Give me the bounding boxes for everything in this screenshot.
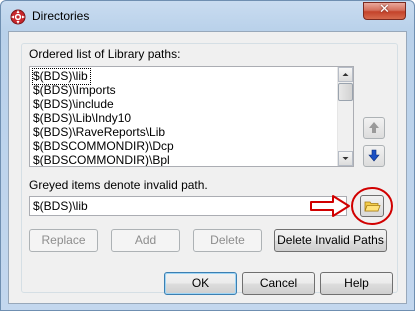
library-paths-label: Ordered list of Library paths:	[29, 47, 181, 61]
close-icon: ✕	[379, 2, 390, 17]
scroll-down-button[interactable]	[338, 151, 353, 166]
chevron-down-icon	[342, 157, 349, 160]
dialog-client-area: Ordered list of Library paths: $(BDS)\li…	[8, 31, 407, 304]
list-item[interactable]: $(BDSCOMMONDIR)\Dcp	[33, 139, 174, 154]
red-circle-annotation	[351, 187, 393, 225]
cancel-button[interactable]: Cancel	[242, 272, 315, 295]
close-button[interactable]: ✕	[363, 2, 406, 20]
list-item[interactable]: $(BDSCOMMONDIR)\Bpl	[33, 153, 170, 166]
delete-invalid-paths-button[interactable]: Delete Invalid Paths	[274, 229, 387, 252]
ok-button[interactable]: OK	[164, 272, 237, 295]
directories-dialog: Directories ✕ Ordered list of Library pa…	[0, 0, 415, 311]
replace-button[interactable]: Replace	[29, 229, 98, 252]
arrow-up-icon	[369, 122, 379, 133]
chevron-up-icon	[342, 73, 349, 76]
invalid-path-hint: Greyed items denote invalid path.	[29, 178, 208, 192]
list-scrollbar[interactable]	[337, 67, 353, 166]
window-title: Directories	[32, 9, 90, 23]
arrow-down-icon	[368, 149, 380, 162]
delete-button[interactable]: Delete	[193, 229, 262, 252]
scroll-thumb[interactable]	[338, 83, 353, 101]
scroll-up-button[interactable]	[338, 67, 353, 82]
delphi-app-icon	[10, 9, 26, 25]
path-input[interactable]: $(BDS)\lib	[29, 196, 347, 216]
help-button[interactable]: Help	[320, 272, 393, 295]
move-up-button[interactable]	[363, 117, 385, 139]
list-item[interactable]: $(BDS)\Lib\Indy10	[33, 111, 131, 126]
list-item[interactable]: $(BDS)\RaveReports\Lib	[33, 125, 165, 140]
title-bar[interactable]: Directories ✕	[1, 1, 414, 31]
list-item[interactable]: $(BDS)\include	[33, 97, 114, 112]
list-item[interactable]: $(BDS)\Imports	[33, 83, 116, 98]
add-button[interactable]: Add	[111, 229, 180, 252]
list-item[interactable]: $(BDS)\lib	[32, 68, 91, 85]
move-down-button[interactable]	[363, 145, 385, 167]
library-paths-list[interactable]: $(BDS)\lib $(BDS)\Imports $(BDS)\include…	[29, 66, 354, 167]
